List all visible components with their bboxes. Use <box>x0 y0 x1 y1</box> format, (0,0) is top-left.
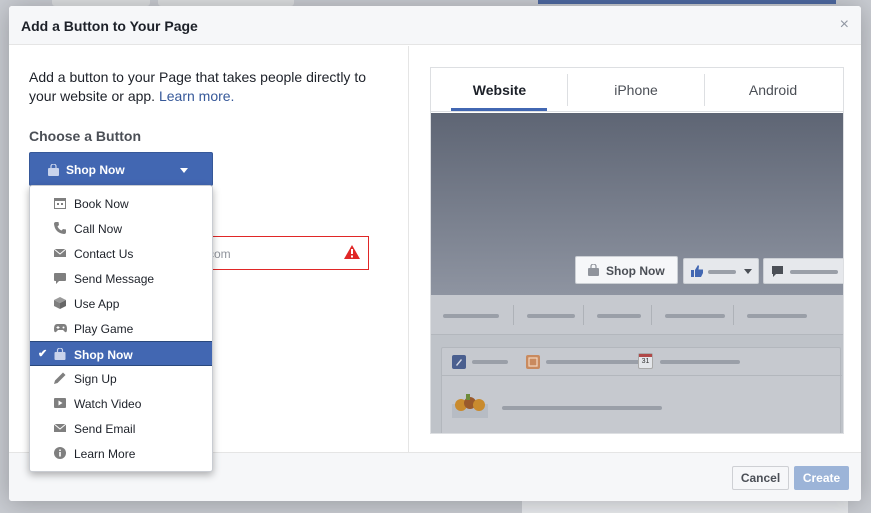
thumbs-up-icon <box>691 265 703 280</box>
placeholder-bar <box>660 360 740 364</box>
composer-preview: 31 <box>441 347 842 433</box>
menu-item-watch-video[interactable]: Watch Video <box>30 391 212 416</box>
menu-item-label: Send Message <box>74 272 155 286</box>
envelope-icon <box>53 422 67 434</box>
menu-item-shop-now[interactable]: ✔ Shop Now <box>30 341 212 366</box>
placeholder-bar <box>790 270 838 274</box>
calendar-day: 31 <box>641 358 650 365</box>
warning-icon <box>344 245 360 262</box>
cancel-button[interactable]: Cancel <box>732 466 789 490</box>
dialog-title: Add a Button to Your Page <box>21 18 198 34</box>
nav-separator <box>733 305 734 325</box>
placeholder-bar <box>597 314 641 318</box>
active-tab-indicator <box>451 108 547 111</box>
menu-item-label: Watch Video <box>74 397 142 411</box>
intro-text: Add a button to your Page that takes peo… <box>29 68 369 106</box>
menu-item-label: Use App <box>74 297 120 311</box>
placeholder-bar <box>472 360 508 364</box>
play-icon <box>54 397 66 409</box>
pencil-icon <box>452 355 466 369</box>
menu-item-play-game[interactable]: Play Game <box>30 316 212 341</box>
envelope-icon <box>53 247 67 259</box>
choose-button-label: Choose a Button <box>29 128 141 144</box>
chat-bubble-icon <box>772 266 783 280</box>
pencil-icon <box>54 372 66 384</box>
menu-item-label: Sign Up <box>74 372 117 386</box>
gamepad-icon <box>54 322 67 334</box>
menu-item-label: Shop Now <box>74 348 133 362</box>
page-nav-placeholder <box>431 295 843 335</box>
photo-icon <box>526 355 540 369</box>
learn-more-link[interactable]: Learn more. <box>159 88 234 104</box>
close-icon[interactable]: × <box>840 16 849 34</box>
menu-item-label: Send Email <box>74 422 136 436</box>
preview-tabs: Website iPhone Android <box>431 68 843 112</box>
placeholder-bar <box>708 270 736 274</box>
menu-item-learn-more[interactable]: Learn More <box>30 441 212 466</box>
menu-item-book-now[interactable]: Book Now <box>30 191 212 216</box>
preview-shop-now-button: Shop Now <box>575 256 678 284</box>
background-page-panel <box>522 501 848 513</box>
placeholder-bar <box>546 360 642 364</box>
menu-item-label: Book Now <box>74 197 129 211</box>
shopping-bag-icon <box>48 163 59 179</box>
shopping-bag-icon <box>54 347 66 360</box>
button-type-menu: Book Now Call Now Contact Us Send Messag… <box>29 185 213 472</box>
page-body-preview: 31 <box>431 295 843 433</box>
menu-item-send-message[interactable]: Send Message <box>30 266 212 291</box>
add-button-dialog: Add a Button to Your Page × Add a button… <box>9 6 861 501</box>
caret-down-icon <box>744 269 752 274</box>
menu-item-send-email[interactable]: Send Email <box>30 416 212 441</box>
tab-android[interactable]: Android <box>704 74 841 106</box>
checkmark-icon: ✔ <box>38 348 48 360</box>
background-page-bar <box>538 0 836 4</box>
cover-photo-preview: Shop Now <box>431 113 843 295</box>
tab-website[interactable]: Website <box>431 68 568 112</box>
menu-item-contact-us[interactable]: Contact Us <box>30 241 212 266</box>
info-icon <box>54 447 66 459</box>
composer-toolbar: 31 <box>442 348 842 376</box>
chat-bubble-icon <box>54 272 66 284</box>
menu-item-use-app[interactable]: Use App <box>30 291 212 316</box>
menu-item-sign-up[interactable]: Sign Up <box>30 366 212 391</box>
menu-item-label: Contact Us <box>74 247 134 261</box>
menu-item-label: Call Now <box>74 222 123 236</box>
cube-icon <box>54 297 66 309</box>
preview-like-button <box>683 258 759 284</box>
tab-iphone[interactable]: iPhone <box>567 74 704 106</box>
nav-separator <box>583 305 584 325</box>
preview-message-button <box>763 258 843 284</box>
preview-button-label: Shop Now <box>606 264 665 278</box>
menu-item-label: Learn More <box>74 447 136 461</box>
calendar-icon <box>54 197 66 209</box>
page-preview: Website iPhone Android Shop Now 31 <box>430 67 844 434</box>
placeholder-bar <box>502 406 662 410</box>
avatar <box>452 388 488 418</box>
nav-separator <box>651 305 652 325</box>
shopping-bag-icon <box>588 263 599 279</box>
placeholder-bar <box>443 314 499 318</box>
menu-item-call-now[interactable]: Call Now <box>30 216 212 241</box>
chevron-down-icon <box>180 168 188 173</box>
create-button[interactable]: Create <box>794 466 849 490</box>
panel-divider <box>408 46 409 452</box>
choose-button-dropdown[interactable]: Shop Now <box>29 152 213 186</box>
calendar-icon: 31 <box>638 353 653 369</box>
menu-item-label: Play Game <box>74 322 134 336</box>
placeholder-bar <box>747 314 807 318</box>
nav-separator <box>513 305 514 325</box>
phone-icon <box>54 222 66 234</box>
selected-button-label: Shop Now <box>66 163 125 177</box>
dialog-header: Add a Button to Your Page × <box>9 6 861 45</box>
placeholder-bar <box>665 314 725 318</box>
placeholder-bar <box>527 314 575 318</box>
